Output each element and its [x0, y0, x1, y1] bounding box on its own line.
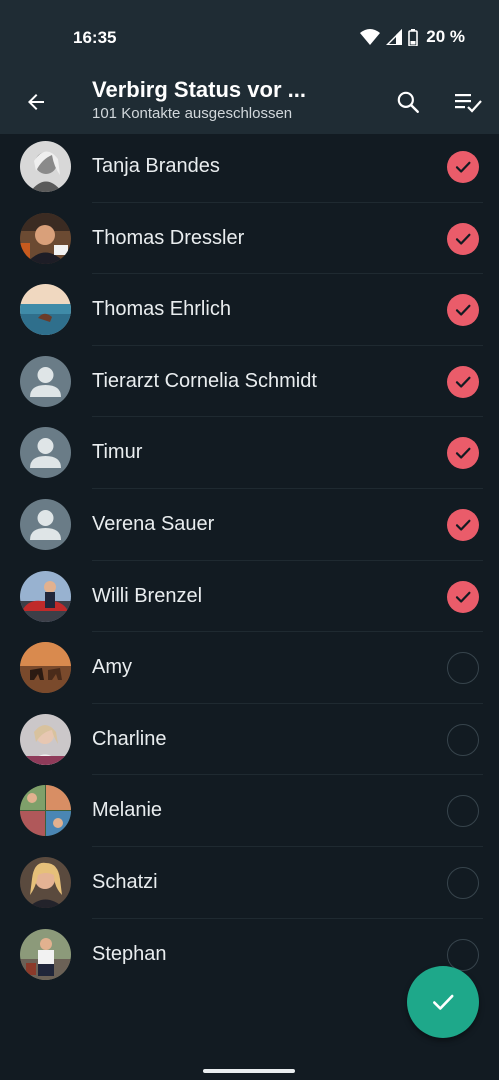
- check-icon: [455, 376, 471, 388]
- contact-avatar: [20, 284, 71, 336]
- contact-name: Thomas Dressler: [92, 226, 245, 249]
- contact-row[interactable]: Timur: [0, 417, 499, 489]
- checkbox-checked[interactable]: [447, 508, 479, 541]
- contact-avatar: [20, 928, 71, 980]
- checkbox-checked[interactable]: [447, 365, 479, 398]
- search-icon: [397, 91, 419, 113]
- default-avatar-icon: [20, 427, 71, 479]
- contact-name: Amy: [92, 656, 132, 679]
- contact-name: Thomas Ehrlich: [92, 298, 231, 321]
- checkbox-checked[interactable]: [447, 222, 479, 255]
- default-avatar-icon: [20, 355, 71, 407]
- check-icon: [455, 591, 471, 603]
- contact-row[interactable]: Tanja Brandes: [0, 131, 499, 203]
- back-button[interactable]: [18, 84, 54, 120]
- contact-row[interactable]: Thomas Dressler: [0, 203, 499, 275]
- check-icon: [433, 994, 454, 1010]
- contact-row[interactable]: Melanie: [0, 775, 499, 847]
- system-nav-bar: [0, 1058, 499, 1080]
- contact-name: Schatzi: [92, 870, 158, 893]
- contact-row[interactable]: Willi Brenzel: [0, 561, 499, 633]
- contact-list: Tanja Brandes Thomas Dressler Thomas Ehrli…: [0, 131, 499, 990]
- checkbox-unchecked[interactable]: [447, 866, 479, 899]
- app-bar: Verbirg Status vor ... 101 Kontakte ausg…: [0, 70, 499, 134]
- page-title: Verbirg Status vor ...: [92, 77, 306, 102]
- contact-avatar: [20, 570, 71, 622]
- checkbox-unchecked[interactable]: [447, 652, 479, 685]
- status-bar: 16:35 20 %: [0, 0, 499, 70]
- select-all-button[interactable]: [450, 84, 486, 120]
- contact-avatar: [20, 212, 71, 264]
- battery-icon: [408, 28, 419, 46]
- contact-row[interactable]: Thomas Ehrlich: [0, 274, 499, 346]
- contact-name: Timur: [92, 441, 143, 464]
- search-button[interactable]: [390, 84, 426, 120]
- contact-name: Charline: [92, 727, 167, 750]
- checkbox-unchecked[interactable]: [447, 795, 479, 828]
- contact-row[interactable]: Verena Sauer: [0, 489, 499, 561]
- contact-row[interactable]: Amy: [0, 632, 499, 704]
- check-icon: [455, 233, 471, 245]
- confirm-button[interactable]: [407, 966, 479, 1038]
- checkbox-checked[interactable]: [447, 437, 479, 470]
- signal-icon: [386, 29, 403, 45]
- contact-name: Verena Sauer: [92, 512, 215, 535]
- check-icon: [455, 448, 471, 459]
- status-icons: 20 %: [360, 27, 465, 47]
- contact-name: Willi Brenzel: [92, 584, 203, 607]
- page-subtitle: 101 Kontakte ausgeschlossen: [92, 105, 293, 122]
- contact-avatar: [20, 856, 71, 908]
- wifi-icon: [360, 29, 381, 45]
- contact-row[interactable]: Tierarzt Cornelia Schmidt: [0, 346, 499, 418]
- status-time: 16:35: [73, 28, 117, 47]
- select-all-icon: [455, 94, 482, 113]
- check-icon: [455, 519, 471, 531]
- checkbox-checked[interactable]: [447, 151, 479, 183]
- contact-avatar: [20, 785, 71, 837]
- gesture-handle[interactable]: [203, 1069, 295, 1073]
- arrow-left-icon: [28, 94, 44, 110]
- contact-name: Melanie: [92, 799, 163, 822]
- contact-name: Stephan: [92, 942, 167, 965]
- checkbox-unchecked[interactable]: [447, 723, 479, 756]
- checkbox-unchecked[interactable]: [447, 938, 479, 971]
- contact-name: Tanja Brandes: [92, 155, 220, 177]
- default-avatar-icon: [20, 498, 71, 550]
- contact-avatar: [20, 642, 71, 694]
- contact-name: Tierarzt Cornelia Schmidt: [92, 369, 317, 392]
- header-titles: Verbirg Status vor ... 101 Kontakte ausg…: [92, 76, 382, 124]
- contact-row[interactable]: Schatzi: [0, 847, 499, 919]
- contact-avatar: [20, 141, 71, 192]
- contact-avatar: [20, 713, 71, 765]
- contact-row[interactable]: Charline: [0, 704, 499, 776]
- check-icon: [455, 161, 471, 173]
- check-icon: [455, 304, 471, 316]
- checkbox-checked[interactable]: [447, 580, 479, 613]
- checkbox-checked[interactable]: [447, 294, 479, 327]
- battery-percent: 20 %: [426, 27, 465, 46]
